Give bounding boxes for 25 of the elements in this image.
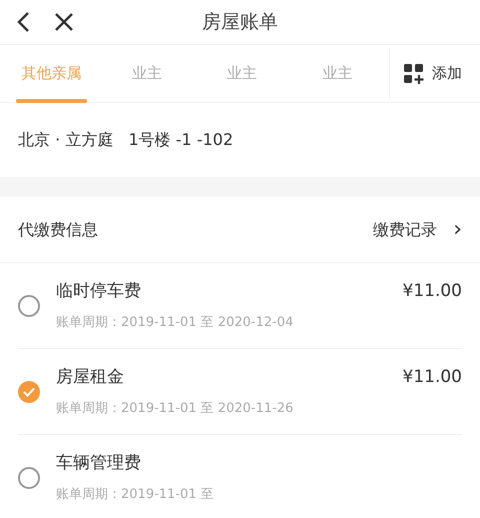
bill-name: 车辆管理费 bbox=[56, 452, 142, 475]
bill-period: 账单周期：2019-11-01 至 2020-11-26 bbox=[56, 400, 294, 418]
radio-button[interactable] bbox=[18, 294, 40, 316]
bill-name: 房屋租金 bbox=[56, 366, 125, 389]
checked-radio[interactable] bbox=[18, 380, 40, 402]
back-button[interactable] bbox=[16, 11, 30, 33]
section-title: 代缴费信息 bbox=[18, 218, 98, 240]
payment-records-link[interactable]: 缴费记录 › bbox=[373, 218, 462, 242]
grid-plus-icon bbox=[404, 64, 424, 84]
bill-amount: ¥11.00 bbox=[402, 280, 462, 303]
tab[interactable]: 业主 bbox=[302, 44, 373, 102]
add-button[interactable]: 添加 bbox=[389, 48, 480, 98]
address-text: 北京 · 立方庭 1号楼 -1 -102 bbox=[18, 129, 234, 151]
chevron-icon: › bbox=[453, 218, 462, 240]
bill-amount: ¥11.00 bbox=[402, 366, 462, 389]
check-icon bbox=[23, 386, 35, 396]
bill-period: 账单周期：2019-11-01 至 bbox=[56, 486, 215, 504]
tab[interactable]: 其他亲属 bbox=[16, 44, 88, 102]
close-button[interactable] bbox=[54, 12, 74, 32]
tab[interactable]: 业主 bbox=[111, 44, 182, 102]
radio-button[interactable] bbox=[18, 466, 40, 488]
page-title: 房屋账单 bbox=[202, 10, 278, 35]
bill-name: 临时停车费 bbox=[56, 280, 142, 303]
tab[interactable]: 业主 bbox=[206, 44, 278, 102]
bill-period: 账单周期：2019-11-01 至 2020-12-04 bbox=[56, 314, 294, 332]
